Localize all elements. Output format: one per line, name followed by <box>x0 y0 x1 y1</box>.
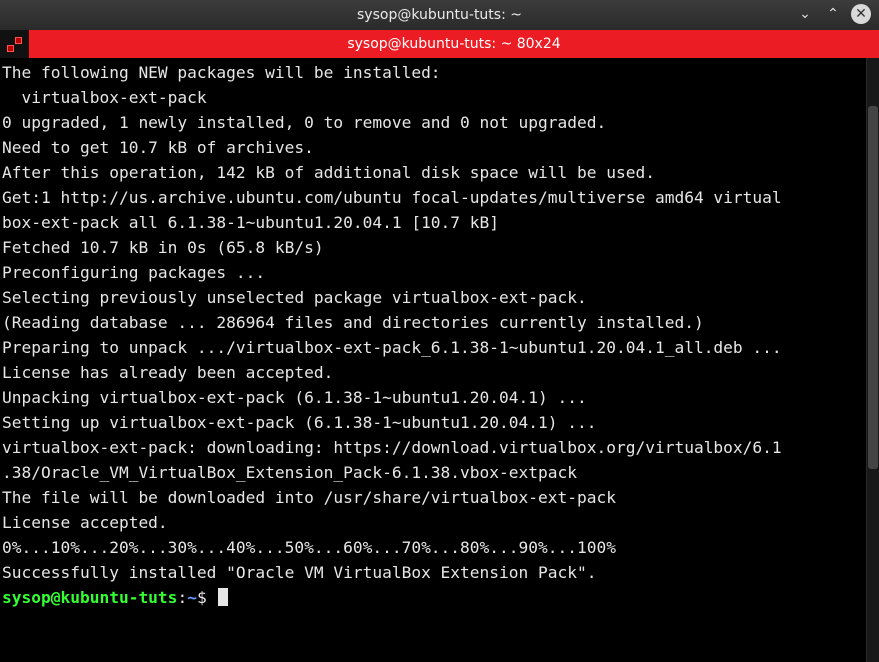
maximize-button[interactable]: ⌃ <box>823 4 843 24</box>
prompt-separator: : <box>177 588 187 607</box>
terminal-viewport[interactable]: The following NEW packages will be insta… <box>0 58 879 662</box>
prompt-symbol: $ <box>197 588 217 607</box>
prompt-path: ~ <box>187 588 197 607</box>
terminal-window: sysop@kubuntu-tuts: ~ ⌄ ⌃ ✕ sysop@kubunt… <box>0 0 879 662</box>
close-button[interactable]: ✕ <box>851 4 871 24</box>
scrollbar[interactable] <box>866 58 879 662</box>
prompt-user-host: sysop@kubuntu-tuts <box>2 588 177 607</box>
terminal-output: The following NEW packages will be insta… <box>0 58 879 612</box>
scroll-thumb[interactable] <box>868 106 878 468</box>
cursor <box>218 588 228 606</box>
close-icon: ✕ <box>855 6 867 22</box>
chevron-up-icon: ⌃ <box>827 6 839 22</box>
window-controls: ⌄ ⌃ ✕ <box>795 4 871 24</box>
app-menu-button[interactable] <box>0 30 29 58</box>
tab-bar: sysop@kubuntu-tuts: ~ 80x24 <box>0 30 879 58</box>
chevron-down-icon: ⌄ <box>799 6 811 22</box>
minimize-button[interactable]: ⌄ <box>795 4 815 24</box>
window-titlebar[interactable]: sysop@kubuntu-tuts: ~ ⌄ ⌃ ✕ <box>0 0 879 30</box>
tab-title[interactable]: sysop@kubuntu-tuts: ~ 80x24 <box>29 36 879 52</box>
window-title: sysop@kubuntu-tuts: ~ <box>357 7 522 23</box>
terminal-app-icon <box>7 37 21 51</box>
